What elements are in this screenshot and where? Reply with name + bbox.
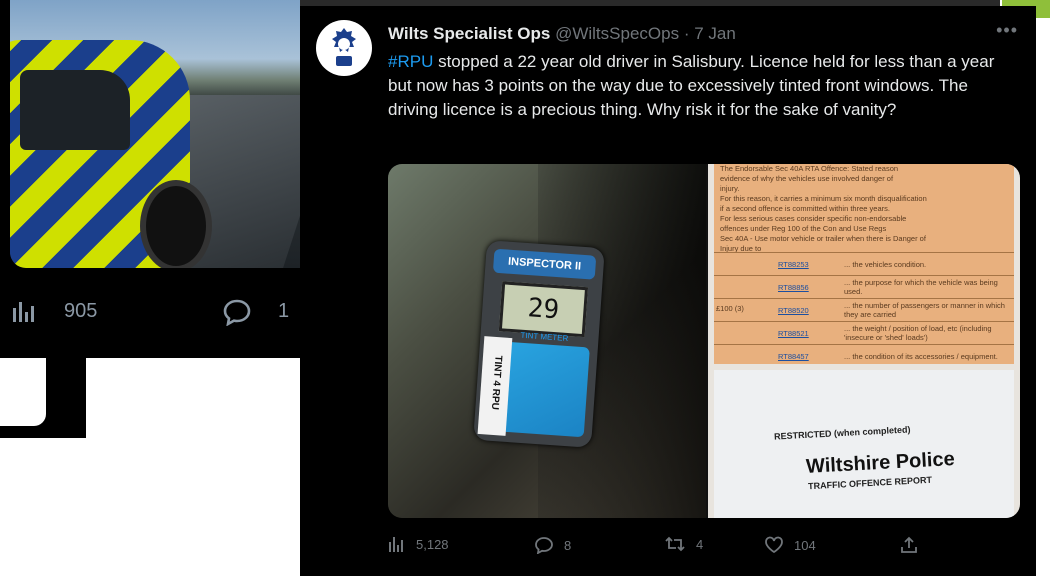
- offence-description: ... the condition of its accessories / e…: [844, 351, 998, 361]
- reply-icon[interactable]: [222, 298, 252, 326]
- views-count: 5,128: [416, 536, 449, 552]
- more-options-icon[interactable]: •••: [996, 20, 1018, 41]
- car-wheel: [140, 180, 212, 268]
- police-title: Wiltshire Police: [805, 448, 956, 478]
- header-separator: ·: [683, 24, 690, 43]
- tweet-body: stopped a 22 year old driver in Salisbur…: [388, 52, 995, 119]
- offence-code: RT88253: [778, 259, 809, 269]
- offence-description: ... the purpose for which the vehicle wa…: [844, 278, 998, 296]
- share-icon: [901, 536, 917, 553]
- table-row: RT88521 ... the weight / position of load…: [714, 321, 1014, 344]
- table-row: RT88253 ... the vehicles condition.: [714, 252, 1014, 275]
- restricted-label: RESTRICTED (when completed): [773, 424, 911, 442]
- doc-line: if a second offence is committed within …: [720, 204, 890, 213]
- background-reply-count: 1: [278, 300, 290, 322]
- offence-description: ... the vehicles condition.: [844, 259, 927, 269]
- reply-icon: [535, 537, 553, 554]
- reply-action[interactable]: 8: [534, 536, 571, 554]
- offence-code-table: RT88253 ... the vehicles condition. RT888…: [714, 252, 1014, 367]
- fine-amount: £100 (3): [716, 304, 744, 313]
- table-row: RT88856 ... the purpose for which the veh…: [714, 275, 1014, 298]
- retweet-action[interactable]: 4: [664, 536, 703, 552]
- tweet-card[interactable]: Wilts Specialist Ops @WiltsSpecOps · 7 J…: [300, 6, 1036, 576]
- background-views-count: 905: [64, 300, 98, 322]
- traffic-offence-report-form: RESTRICTED (when completed) Wiltshire Po…: [714, 370, 1014, 518]
- author-handle[interactable]: @WiltsSpecOps: [555, 24, 679, 43]
- author-name[interactable]: Wilts Specialist Ops: [388, 24, 550, 43]
- hashtag-link[interactable]: #RPU: [388, 52, 433, 71]
- table-row: RT88520... the number of passengers or m…: [714, 298, 1014, 321]
- share-action[interactable]: [900, 536, 918, 554]
- views-icon: [389, 537, 403, 552]
- heart-icon: [765, 536, 783, 554]
- doc-line: Sec 40A - Use motor vehicle or trailer w…: [720, 234, 926, 243]
- police-car-photo[interactable]: [10, 0, 300, 268]
- background-panel-inner: [0, 358, 46, 426]
- background-tweet-card: 905 1: [0, 0, 300, 358]
- offence-code: RT88856: [778, 282, 809, 292]
- meter-reading: 29: [498, 281, 589, 338]
- avatar[interactable]: [316, 20, 372, 76]
- offence-code: RT88457: [778, 351, 809, 361]
- tweet-actions: 5,128 8 4 104: [388, 536, 1020, 560]
- doc-line: evidence of why the vehicles use involve…: [720, 174, 894, 183]
- police-crest-icon: [332, 28, 356, 66]
- meter-subtitle: TINT METER: [520, 330, 569, 344]
- views-action[interactable]: 5,128: [388, 536, 449, 552]
- doc-line: injury.: [720, 184, 740, 193]
- offence-description: ... the number of passengers or manner i…: [844, 301, 1005, 319]
- meter-sticker-text: TINT 4 RPU: [488, 355, 504, 411]
- retweet-count: 4: [696, 536, 704, 552]
- doc-line: The Endorsable Sec 40A RTA Offence: Stat…: [720, 164, 899, 173]
- views-icon[interactable]: [12, 300, 34, 322]
- tint-meter-photo[interactable]: INSPECTOR II 29 TINT METER TINT 4 RPU: [388, 164, 706, 518]
- doc-line: For this reason, it carries a minimum si…: [720, 194, 927, 203]
- retweet-icon: [665, 536, 685, 552]
- offence-code: RT88521: [778, 328, 809, 338]
- table-row: RT88457 ... the condition of its accessor…: [714, 344, 1014, 367]
- doc-line: offences under Reg 100 of the Con and Us…: [720, 224, 887, 233]
- tint-meter: INSPECTOR II 29 TINT METER TINT 4 RPU: [473, 240, 605, 448]
- tweet-text: #RPU stopped a 22 year old driver in Sal…: [388, 50, 1018, 122]
- tweet-date[interactable]: 7 Jan: [694, 24, 736, 43]
- tweet-media[interactable]: INSPECTOR II 29 TINT METER TINT 4 RPU Th…: [388, 164, 1020, 518]
- tweet-header: Wilts Specialist Ops @WiltsSpecOps · 7 J…: [388, 24, 736, 44]
- like-action[interactable]: 104: [764, 536, 816, 554]
- meter-brand: INSPECTOR II: [492, 248, 597, 280]
- reply-count: 8: [564, 537, 572, 553]
- offence-description: ... the weight / position of load, etc (…: [844, 324, 992, 342]
- like-count: 104: [794, 537, 816, 553]
- car-window: [20, 70, 130, 150]
- doc-line: For less serious cases consider specific…: [720, 214, 907, 223]
- offence-report-photo[interactable]: The Endorsable Sec 40A RTA Offence: Stat…: [708, 164, 1020, 518]
